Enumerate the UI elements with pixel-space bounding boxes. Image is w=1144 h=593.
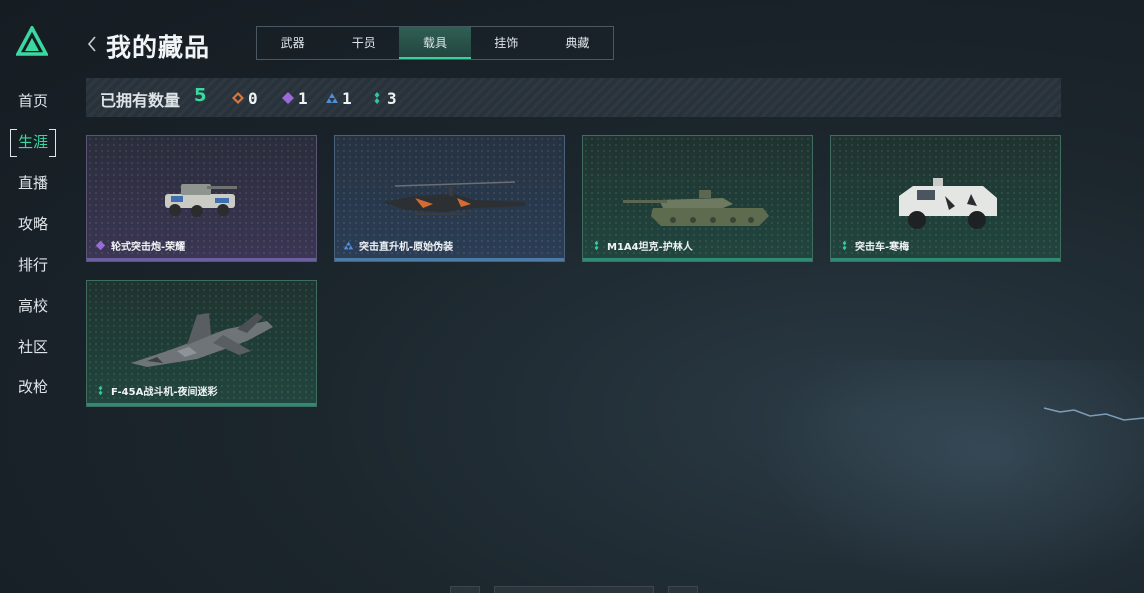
sidebar-item-gunsmith[interactable]: 改枪 <box>10 374 56 400</box>
orange-diamond-icon <box>232 92 244 104</box>
collection-card[interactable]: 突击直升机-原始伪装 <box>334 135 565 262</box>
tab-vehicles[interactable]: 载具 <box>399 27 471 59</box>
collection-card[interactable]: 突击车-寒梅 <box>830 135 1061 262</box>
rarity-bar <box>583 258 812 261</box>
assault-vehicle-image <box>899 178 997 229</box>
tab-operators[interactable]: 干员 <box>328 27 399 59</box>
rarity-bar <box>87 258 316 261</box>
category-tabs: 武器 干员 载具 挂饰 典藏 <box>256 26 614 60</box>
armored-car-image <box>165 184 237 217</box>
green-dots-icon <box>374 92 380 104</box>
tab-collection[interactable]: 典藏 <box>542 27 613 59</box>
item-name: F-45A战斗机-夜间迷彩 <box>111 387 218 398</box>
sidebar: 首页 生涯 直播 攻略 排行 高校 社区 改枪 <box>0 0 66 593</box>
rarity-blue-count: 1 <box>325 88 352 108</box>
rarity-bar <box>335 258 564 261</box>
prev-page-button[interactable] <box>450 586 480 593</box>
page-indicator <box>494 586 654 593</box>
owned-summary-bar: 已拥有数量 5 0 1 1 3 <box>86 78 1061 117</box>
green-dots-icon <box>98 385 103 396</box>
purple-diamond-icon <box>282 92 294 104</box>
tab-charms[interactable]: 挂饰 <box>471 27 542 59</box>
tank-image <box>623 190 769 226</box>
blue-triangle-icon <box>326 93 338 103</box>
owned-count-label: 已拥有数量 <box>100 91 181 110</box>
purple-diamond-icon <box>95 240 106 251</box>
item-name: 突击车-寒梅 <box>855 242 910 253</box>
sidebar-item-live[interactable]: 直播 <box>10 170 56 196</box>
sidebar-item-home[interactable]: 首页 <box>10 88 56 114</box>
blue-triangle-icon <box>343 241 354 250</box>
collection-card[interactable]: F-45A战斗机-夜间迷彩 <box>86 280 317 407</box>
rarity-orange-count: 0 <box>231 88 258 108</box>
rarity-green-value: 3 <box>387 88 397 108</box>
helicopter-image <box>383 181 525 215</box>
rarity-blue-value: 1 <box>342 88 352 108</box>
rarity-orange-value: 0 <box>248 88 258 108</box>
collection-card[interactable]: 轮式突击炮-荣耀 <box>86 135 317 262</box>
item-name: M1A4坦克-护林人 <box>607 242 693 253</box>
sidebar-item-college[interactable]: 高校 <box>10 293 56 319</box>
page-title: 我的藏品 <box>106 33 211 62</box>
sidebar-item-community[interactable]: 社区 <box>10 334 56 360</box>
sidebar-item-ranking[interactable]: 排行 <box>10 252 56 278</box>
fighter-jet-image <box>131 313 273 367</box>
lightning-decoration <box>1043 407 1144 421</box>
rarity-bar <box>831 258 1060 261</box>
tab-weapons[interactable]: 武器 <box>257 27 328 59</box>
rarity-purple-value: 1 <box>298 88 308 108</box>
owned-count-value: 5 <box>194 85 207 106</box>
rarity-green-count: 3 <box>370 88 397 108</box>
item-name: 轮式突击炮-荣耀 <box>111 242 186 253</box>
app-logo-icon[interactable] <box>16 26 48 56</box>
collection-card[interactable]: M1A4坦克-护林人 <box>582 135 813 262</box>
green-dots-icon <box>594 240 599 251</box>
rarity-bar <box>87 403 316 406</box>
sidebar-item-guides[interactable]: 攻略 <box>10 211 56 237</box>
background-storm <box>760 360 1144 593</box>
green-dots-icon <box>842 240 847 251</box>
rarity-purple-count: 1 <box>281 88 308 108</box>
back-chevron-icon[interactable] <box>85 34 99 54</box>
next-page-button[interactable] <box>668 586 698 593</box>
sidebar-item-career[interactable]: 生涯 <box>10 129 56 157</box>
item-name: 突击直升机-原始伪装 <box>359 242 454 253</box>
